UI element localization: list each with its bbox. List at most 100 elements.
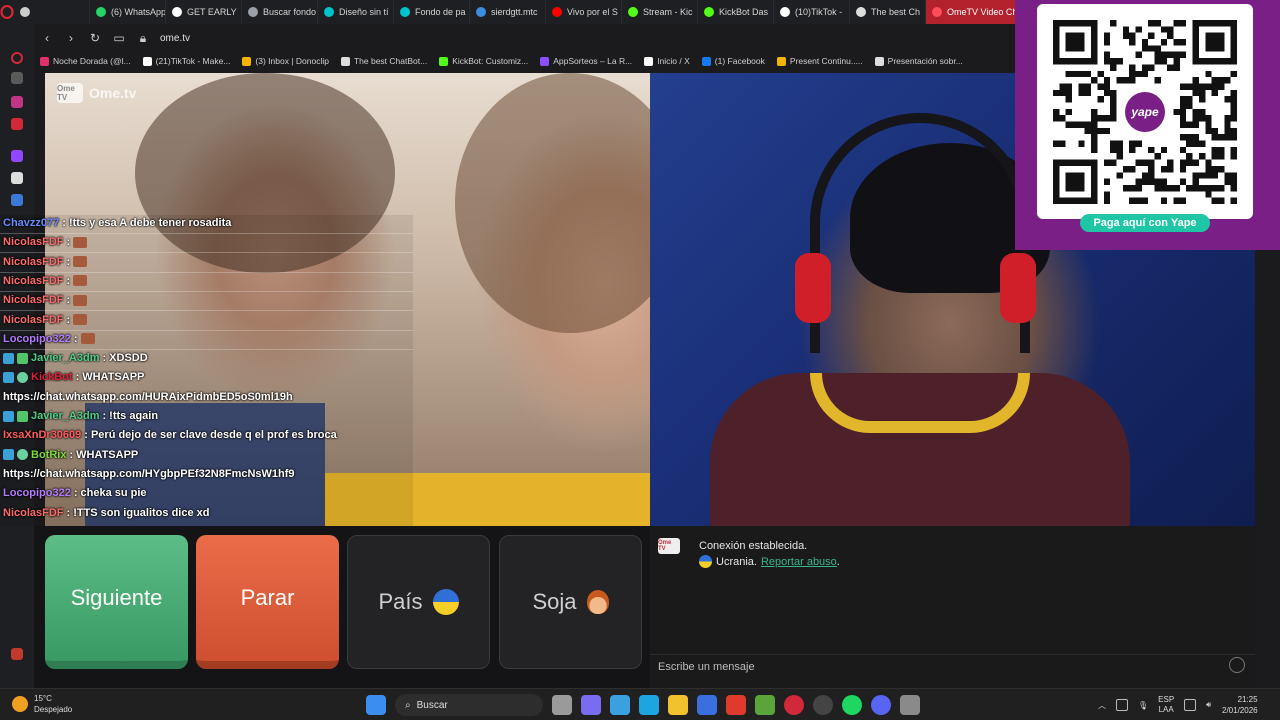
workspace-icon[interactable] <box>11 72 23 84</box>
browser-tab[interactable] <box>14 0 90 24</box>
forward-icon[interactable]: › <box>64 31 78 45</box>
browser-tab[interactable]: GET EARLY <box>166 0 242 24</box>
browser-tab[interactable]: sierdgtt.mtc <box>470 0 546 24</box>
store-icon[interactable] <box>697 695 717 715</box>
chat-separator: : <box>62 217 66 229</box>
chat-username: KickBot <box>31 371 73 384</box>
address-bar: ‹ › ↻ ▭ 🔒︎ ome.tv <box>34 26 1015 50</box>
reload-icon[interactable]: ↻ <box>88 31 102 45</box>
task-view-icon[interactable] <box>552 695 572 715</box>
messenger-icon[interactable] <box>11 118 23 130</box>
bookmark-item[interactable]: The best ChatBot... <box>340 56 427 66</box>
bookmark-item[interactable]: (1) Facebook <box>701 56 765 66</box>
tab-label: Vivo por el S <box>567 7 618 17</box>
tab-label: KickBot Das <box>719 7 769 17</box>
settings-icon[interactable] <box>900 695 920 715</box>
bookmark-favicon-icon <box>142 56 152 66</box>
chat-separator: : <box>102 352 107 365</box>
url-field[interactable]: ome.tv <box>160 33 190 44</box>
chat-message: Chavzz077: !tts y esa A debe tener rosadi… <box>3 217 231 229</box>
browser-tab[interactable]: Vivo por el S <box>546 0 622 24</box>
chat-divider <box>0 329 413 331</box>
chat-badge-icon <box>3 410 14 422</box>
sidebar-app-icon[interactable] <box>11 194 23 206</box>
taskbar-search[interactable]: ⌕ Buscar <box>395 694 543 716</box>
bookmark-item[interactable]: AppSorteos – La R... <box>540 56 632 66</box>
ukraine-flag-icon <box>699 555 712 568</box>
gx-icon[interactable] <box>11 648 23 660</box>
emoji-icon[interactable] <box>1229 657 1245 673</box>
chat-separator: : <box>66 255 71 268</box>
spotify-icon[interactable] <box>842 695 862 715</box>
browser-tab[interactable]: Buscar fondo <box>242 0 318 24</box>
tab-favicon-icon <box>96 7 106 17</box>
qr-card: yape <box>1037 4 1253 219</box>
chat-message: NicolasFDF: !TTS son igualitos dice xd <box>3 507 209 519</box>
gender-button[interactable]: Soja <box>499 535 642 669</box>
back-icon[interactable]: ‹ <box>40 31 54 45</box>
bookmark-item[interactable]: Presentación sobr... <box>874 56 963 66</box>
browser-tab[interactable]: KickBot Das <box>698 0 774 24</box>
browser-tab[interactable]: Fondo de pa <box>394 0 470 24</box>
weather-widget[interactable]: 15°C Despejado <box>12 693 72 715</box>
bookmark-item[interactable]: Inicio / X <box>644 56 690 66</box>
bookmark-item[interactable]: Noche Dorada (@l... <box>40 56 131 66</box>
bookmark-item[interactable]: KickBot: Customiz... <box>439 56 528 66</box>
chat-badge-icon <box>17 449 28 461</box>
opera-icon[interactable] <box>784 695 804 715</box>
opera-menu-icon[interactable] <box>0 0 14 24</box>
copilot-icon[interactable] <box>581 695 601 715</box>
minecraft-icon[interactable] <box>755 695 775 715</box>
browser-tabstrip: (6) WhatsApp GET EARLY Buscar fondo Diseño … <box>0 0 1038 24</box>
explorer-icon[interactable] <box>668 695 688 715</box>
chat-message: NicolasFDF: <box>3 236 88 248</box>
edge-icon[interactable] <box>639 695 659 715</box>
chevron-up-icon[interactable]: ︿ <box>1098 700 1106 711</box>
start-icon[interactable] <box>366 695 386 715</box>
microphone-icon[interactable]: 🎙︎ <box>1138 701 1148 710</box>
chat-separator: : <box>66 274 71 287</box>
headset-figure <box>1000 253 1036 323</box>
camera-icon[interactable]: ▭ <box>112 31 126 45</box>
browser-tab[interactable]: (10)TikTok - <box>774 0 850 24</box>
tray-app-icon[interactable] <box>1116 699 1128 711</box>
chat-text: WHATSAPP <box>82 371 145 384</box>
bookmark-item[interactable]: (21)TikTok - Make... <box>142 56 230 66</box>
country-button[interactable]: País <box>347 535 490 669</box>
chat-divider <box>0 310 413 312</box>
language-indicator[interactable]: ESP LAA <box>1158 695 1174 715</box>
instagram-icon[interactable] <box>11 96 23 108</box>
discord-icon[interactable] <box>871 695 891 715</box>
report-abuse-link[interactable]: Reportar abuso <box>761 556 837 568</box>
browser-tab[interactable]: Diseño sin tí <box>318 0 394 24</box>
chat-separator: : <box>69 448 74 461</box>
aria-icon[interactable] <box>11 52 23 64</box>
bookmark-favicon-icon <box>776 56 786 66</box>
tab-favicon-icon <box>704 7 714 17</box>
bookmark-item[interactable]: Present Continu..... <box>776 56 863 66</box>
chat-separator: : <box>75 371 80 384</box>
weather-sun-icon <box>12 696 28 712</box>
office-icon[interactable] <box>726 695 746 715</box>
obs-icon[interactable] <box>813 695 833 715</box>
stop-button[interactable]: Parar <box>196 535 339 669</box>
browser-tab[interactable]: The best Ch <box>850 0 926 24</box>
clock[interactable]: 21:25 2/01/2026 <box>1222 694 1258 716</box>
tab-favicon-icon <box>324 7 334 17</box>
headset-figure <box>795 253 831 323</box>
twitch-icon[interactable] <box>11 150 23 162</box>
x-icon[interactable] <box>11 172 23 184</box>
bookmark-item[interactable]: (3) Inbox | Donoclip <box>242 56 329 66</box>
next-button[interactable]: Siguiente <box>45 535 188 669</box>
browser-tab[interactable]: Stream - Kic <box>622 0 698 24</box>
chat-badge-icon <box>3 449 14 461</box>
browser-tab[interactable]: (6) WhatsApp <box>90 0 166 24</box>
message-input[interactable]: Escribe un mensaje <box>650 654 1255 678</box>
text-chat-panel: Ome TV Conexión establecida. Ucrania. Re… <box>650 526 1255 688</box>
ometv-logo-text: Ome.tv <box>89 85 137 101</box>
network-icon[interactable] <box>1184 699 1197 711</box>
widgets-icon[interactable] <box>610 695 630 715</box>
video-figure <box>455 73 650 333</box>
volume-icon[interactable]: 🔊︎ <box>1206 700 1211 710</box>
tab-label: (10)TikTok - <box>795 7 843 17</box>
